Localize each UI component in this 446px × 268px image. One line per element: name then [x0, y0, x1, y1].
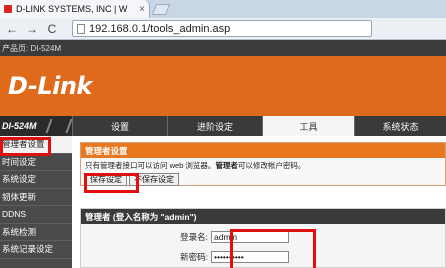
sidebar-item-log[interactable]: 系统记录设定: [0, 241, 72, 259]
product-label: 产品页: DI-524M: [2, 43, 62, 53]
admin-settings-desc: 只有管理者接口可以访问 web 浏览器。管理者可以修改帐户密码。: [81, 158, 445, 173]
page-icon: [77, 23, 85, 34]
address-bar[interactable]: 192.168.0.1/tools_admin.asp: [72, 20, 372, 37]
browser-tab[interactable]: D-LINK SYSTEMS, INC | W ×: [0, 0, 150, 18]
url-text: 192.168.0.1/tools_admin.asp: [89, 22, 231, 35]
dlink-header: D-Link: [0, 56, 446, 116]
tab-status[interactable]: 系统状态: [354, 116, 446, 136]
back-button[interactable]: ←: [6, 22, 18, 36]
reload-button[interactable]: C: [46, 22, 58, 36]
desc-suffix: 可以修改帐户密码。: [237, 161, 306, 170]
tab-tools[interactable]: 工具: [262, 116, 354, 136]
close-icon[interactable]: ×: [139, 4, 149, 15]
desc-prefix: 只有管理者接口可以访问 web 浏览器。: [85, 161, 216, 170]
tab-setup[interactable]: 设置: [72, 116, 167, 136]
new-tab-button[interactable]: [151, 4, 171, 15]
admin-settings-title: 管理者设置: [81, 143, 445, 158]
desc-bold: 管理者: [215, 161, 238, 170]
model-label: DI-524M: [0, 116, 72, 136]
admin-login-title: 管理者 (登入名称为 "admin"): [81, 209, 445, 224]
highlight-box-form: [230, 229, 316, 268]
sidebar-item-firmware[interactable]: 韧体更新: [0, 189, 72, 206]
sidebar-item-time[interactable]: 时间设定: [0, 154, 72, 171]
sidebar-item-ddns[interactable]: DDNS: [0, 206, 72, 224]
dlink-favicon-icon: [4, 5, 12, 13]
highlight-box-save: [84, 173, 139, 193]
dlink-logo: D-Link: [8, 72, 92, 100]
top-nav: DI-524M 设置 进阶设定 工具 系统状态: [0, 116, 446, 136]
highlight-box-sidebar: [0, 137, 51, 156]
login-name-label: 登录名:: [180, 232, 208, 242]
forward-button[interactable]: →: [26, 22, 38, 36]
password-label: 新密码:: [180, 252, 208, 262]
sidebar-item-check[interactable]: 系统检测: [0, 224, 72, 241]
sidebar-item-system[interactable]: 系统设定: [0, 171, 72, 189]
browser-tabbar: D-LINK SYSTEMS, INC | W ×: [0, 0, 446, 18]
product-bar: 产品页: DI-524M: [0, 40, 446, 56]
browser-toolbar: ← → C 192.168.0.1/tools_admin.asp: [0, 18, 446, 40]
tab-advanced[interactable]: 进阶设定: [167, 116, 262, 136]
tab-title: D-LINK SYSTEMS, INC | W: [16, 4, 128, 14]
